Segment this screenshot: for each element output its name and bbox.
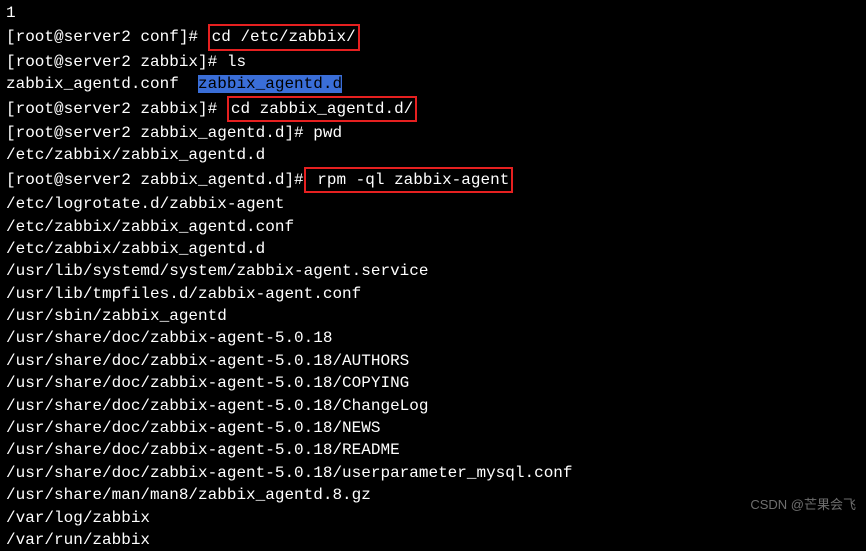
rpm-output-line: /usr/share/doc/zabbix-agent-5.0.18/COPYI…	[6, 372, 860, 394]
text: /usr/share/doc/zabbix-agent-5.0.18	[6, 329, 332, 347]
rpm-output-line: /usr/share/doc/zabbix-agent-5.0.18/AUTHO…	[6, 350, 860, 372]
text: /var/run/zabbix	[6, 531, 150, 549]
rpm-output-line: /usr/share/doc/zabbix-agent-5.0.18	[6, 327, 860, 349]
pwd-output: /etc/zabbix/zabbix_agentd.d	[6, 146, 265, 164]
text: /usr/share/doc/zabbix-agent-5.0.18/READM…	[6, 441, 400, 459]
rpm-output-line: /usr/lib/tmpfiles.d/zabbix-agent.conf	[6, 283, 860, 305]
rpm-output-line: /etc/logrotate.d/zabbix-agent	[6, 193, 860, 215]
prompt: [root@server2 conf]#	[6, 28, 208, 46]
rpm-output-line: /usr/share/doc/zabbix-agent-5.0.18/Chang…	[6, 395, 860, 417]
terminal-line: zabbix_agentd.conf zabbix_agentd.d	[6, 73, 860, 95]
terminal-line: [root@server2 zabbix_agentd.d]# pwd	[6, 122, 860, 144]
text: /usr/share/doc/zabbix-agent-5.0.18/NEWS	[6, 419, 380, 437]
highlight-box-cmd3: cd zabbix_agentd.d/	[227, 96, 417, 122]
prompt: [root@server2 zabbix_agentd.d]#	[6, 171, 304, 189]
rpm-output-line: /etc/zabbix/zabbix_agentd.d	[6, 238, 860, 260]
highlight-box-cmd1: cd /etc/zabbix/	[208, 24, 360, 50]
terminal-line: [root@server2 zabbix]# cd zabbix_agentd.…	[6, 96, 860, 122]
prompt: [root@server2 zabbix]#	[6, 53, 227, 71]
highlight-box-cmd5: rpm -ql zabbix-agent	[304, 167, 514, 193]
text: /usr/share/doc/zabbix-agent-5.0.18/AUTHO…	[6, 352, 409, 370]
text: /usr/share/doc/zabbix-agent-5.0.18/Chang…	[6, 397, 428, 415]
watermark: CSDN @芒果会飞	[750, 496, 856, 514]
text: /usr/lib/systemd/system/zabbix-agent.ser…	[6, 262, 428, 280]
rpm-output-line: /usr/share/doc/zabbix-agent-5.0.18/READM…	[6, 439, 860, 461]
command: pwd	[313, 124, 342, 142]
rpm-output-line: /usr/share/doc/zabbix-agent-5.0.18/NEWS	[6, 417, 860, 439]
rpm-output-line: /etc/zabbix/zabbix_agentd.conf	[6, 216, 860, 238]
prompt: [root@server2 zabbix]#	[6, 100, 227, 118]
terminal-line: 1	[6, 2, 860, 24]
text: /usr/share/doc/zabbix-agent-5.0.18/userp…	[6, 464, 573, 482]
rpm-output-line: /var/run/zabbix	[6, 529, 860, 551]
rpm-output-line: /usr/share/man/man8/zabbix_agentd.8.gz	[6, 484, 860, 506]
ls-output-file: zabbix_agentd.conf	[6, 75, 198, 93]
ls-output-dir-selected: zabbix_agentd.d	[198, 75, 342, 93]
text: /usr/share/doc/zabbix-agent-5.0.18/COPYI…	[6, 374, 409, 392]
text: /usr/share/man/man8/zabbix_agentd.8.gz	[6, 486, 371, 504]
rpm-output-line: /usr/sbin/zabbix_agentd	[6, 305, 860, 327]
text: /etc/zabbix/zabbix_agentd.conf	[6, 218, 294, 236]
prompt: [root@server2 zabbix_agentd.d]#	[6, 124, 313, 142]
terminal-line: [root@server2 zabbix_agentd.d]# rpm -ql …	[6, 167, 860, 193]
rpm-output-line: /usr/share/doc/zabbix-agent-5.0.18/userp…	[6, 462, 860, 484]
text: /etc/logrotate.d/zabbix-agent	[6, 195, 284, 213]
text: /usr/sbin/zabbix_agentd	[6, 307, 227, 325]
text: /etc/zabbix/zabbix_agentd.d	[6, 240, 265, 258]
text: /usr/lib/tmpfiles.d/zabbix-agent.conf	[6, 285, 361, 303]
rpm-output-line: /usr/lib/systemd/system/zabbix-agent.ser…	[6, 260, 860, 282]
terminal-line: /etc/zabbix/zabbix_agentd.d	[6, 144, 860, 166]
command: ls	[227, 53, 246, 71]
terminal-line: [root@server2 conf]# cd /etc/zabbix/	[6, 24, 860, 50]
terminal-line: [root@server2 zabbix]# ls	[6, 51, 860, 73]
text: 1	[6, 4, 16, 22]
